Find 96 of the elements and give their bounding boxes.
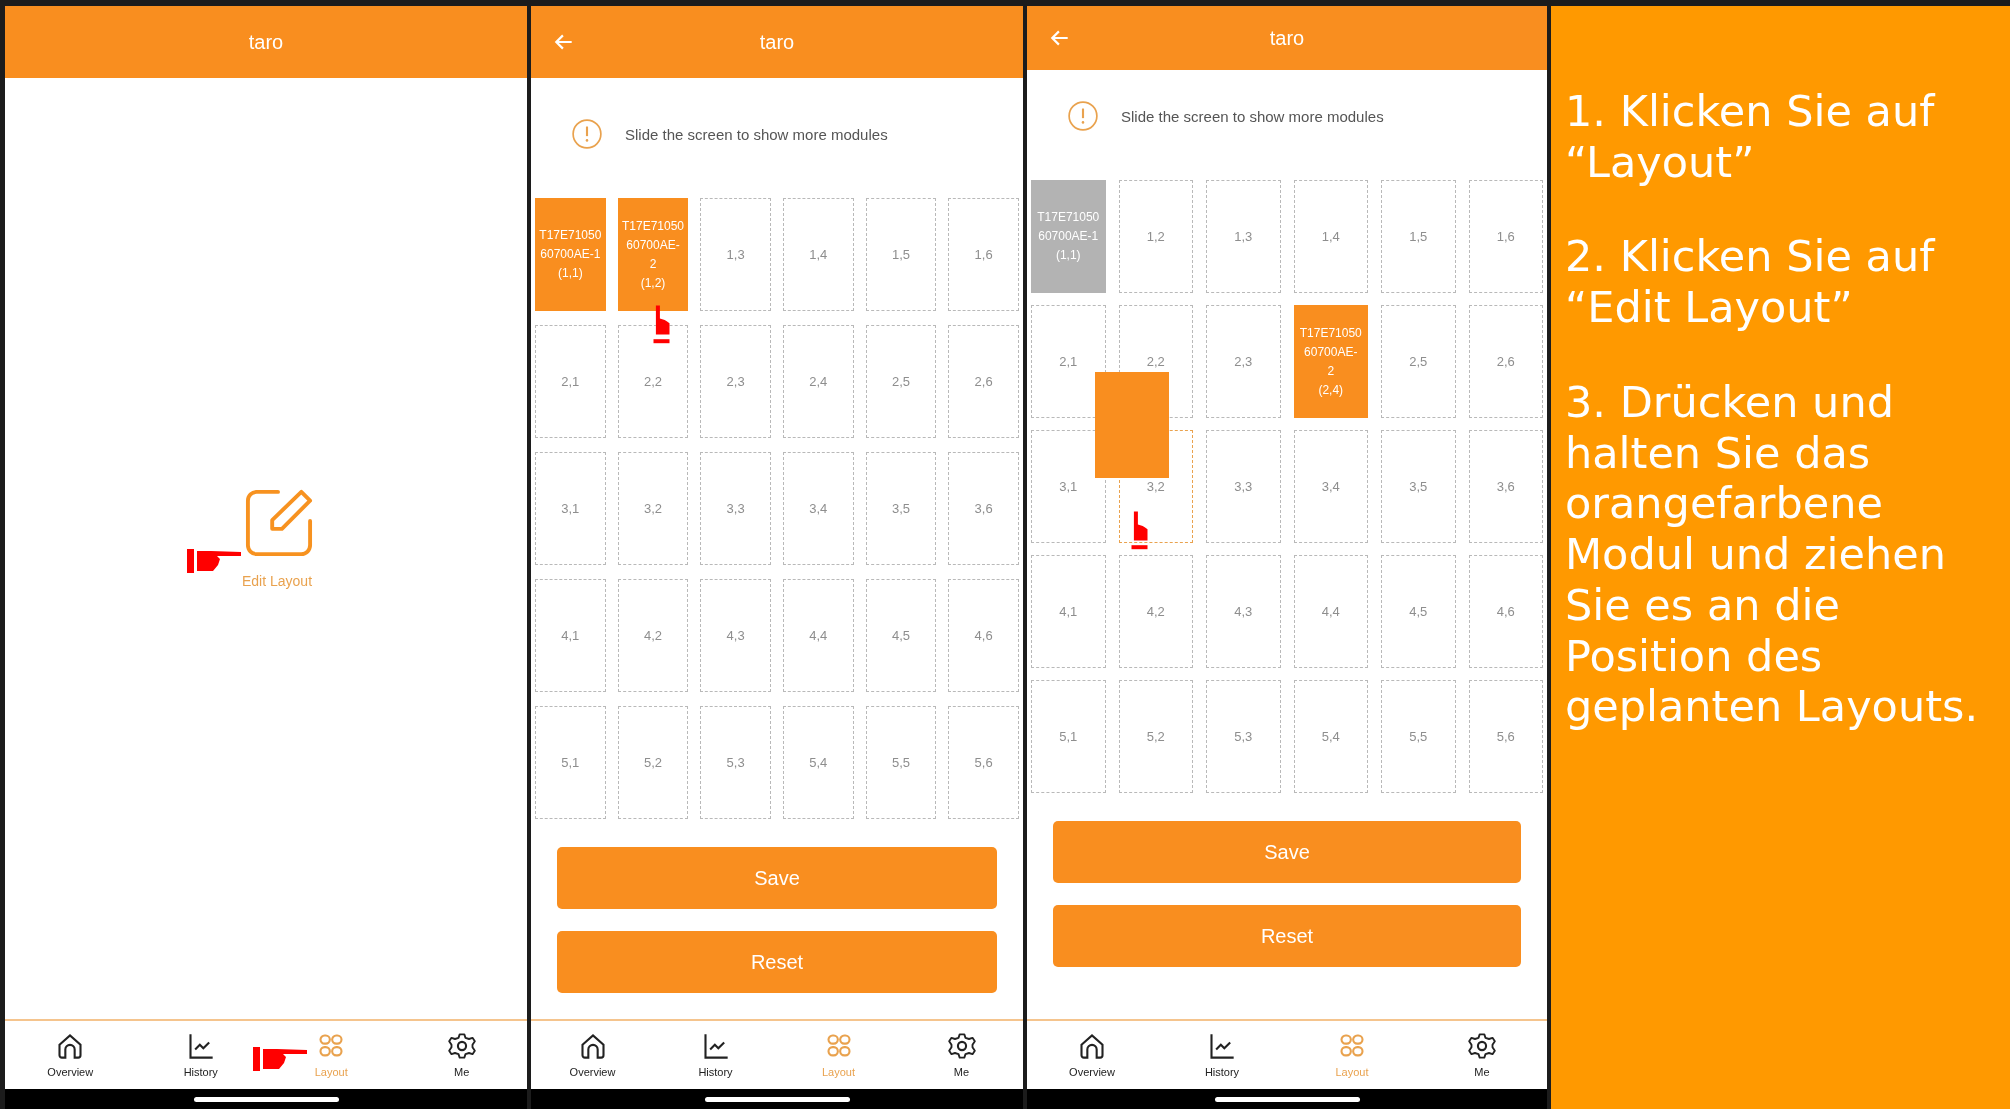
grid-slot[interactable]: 3,3 [1206,430,1281,543]
chart-icon [186,1032,215,1060]
grid-slot[interactable]: 2,3 [1206,305,1281,418]
grid-slot[interactable]: 4,1 [1031,555,1106,668]
module-tile[interactable]: T17E71050 60700AE- 2 (1,2) [617,198,689,311]
grid-slot[interactable]: 5,6 [1468,680,1543,793]
grid-slot[interactable]: 4,2 [617,579,689,692]
pointing-hand-icon [1129,510,1150,550]
grid-slot[interactable]: 5,3 [1206,680,1281,793]
instruction-step: 1. Klicken Sie auf “Layout” [1565,86,2010,188]
grid-slot[interactable]: 3,5 [865,452,937,565]
grid-slot[interactable]: 2,1 [535,325,606,438]
grid-slot[interactable]: 5,5 [1381,680,1456,793]
warning-icon [571,118,603,150]
grid-slot[interactable]: 4,2 [1118,555,1193,668]
nav-tab[interactable]: Me [900,1021,1023,1089]
save-button[interactable]: Save [1053,821,1521,883]
home-icon [56,1032,85,1060]
grid-slot[interactable]: 4,3 [1206,555,1281,668]
pointing-hand-icon [253,1046,309,1072]
grid-slot[interactable]: 4,4 [1293,555,1368,668]
nav-tab[interactable]: Layout [777,1021,900,1089]
nav-tab[interactable]: Layout [266,1021,397,1089]
grid-slot[interactable]: 4,3 [700,579,771,692]
grid-slot[interactable]: 1,3 [1206,180,1281,293]
grid-slot[interactable]: 2,6 [948,325,1019,438]
grid-slot[interactable]: 5,4 [1293,680,1368,793]
screen-title: taro [1269,26,1305,50]
grid-slot[interactable]: 1,6 [1468,180,1543,293]
screen-title: taro [759,30,795,54]
module-tile[interactable]: T17E71050 60700AE- 2 (2,4) [1293,305,1368,418]
home-icon [578,1032,607,1060]
grid-slot[interactable]: 4,5 [1381,555,1456,668]
hint-text: Slide the screen to show more modules [625,125,888,143]
settings-icon [947,1032,976,1060]
nav-tab[interactable]: Overview [5,1021,136,1089]
grid-slot[interactable]: 2,3 [700,325,771,438]
instruction-step: 2. Klicken Sie auf “Edit Layout” [1565,231,2010,333]
reset-button[interactable]: Reset [557,931,997,993]
grid-slot[interactable]: 1,4 [783,198,854,311]
settings-icon [1468,1032,1496,1060]
grid-slot[interactable]: 4,1 [535,579,606,692]
grid-slot[interactable]: 3,3 [700,452,771,565]
instruction-step: 3. Drücken und halten Sie das orangefarbene Modul und ziehen Sie es an die Position des geplanten Layouts. [1565,376,2010,733]
grid-slot[interactable]: 3,2 [617,452,689,565]
grid-slot[interactable]: 5,2 [1118,680,1193,793]
nav-tab[interactable]: History [135,1021,266,1089]
save-button[interactable]: Save [557,847,997,909]
pointing-hand-icon [187,548,243,574]
chart-icon [1208,1032,1236,1060]
grid-slot[interactable]: 3,4 [783,452,854,565]
grid-slot[interactable]: 1,3 [700,198,771,311]
module-tile[interactable]: T17E71050 60700AE-1 (1,1) [1031,180,1106,293]
grid-slot[interactable]: 3,6 [1468,430,1543,543]
grid-slot[interactable]: 3,6 [948,452,1019,565]
grid-slot[interactable]: 2,5 [1381,305,1456,418]
grid-slot[interactable]: 1,4 [1293,180,1368,293]
chart-icon [701,1032,730,1060]
warning-icon [1067,100,1099,132]
grid-slot[interactable]: 5,2 [617,706,689,819]
grid-slot[interactable]: 1,5 [1381,180,1456,293]
hint-text: Slide the screen to show more modules [1121,107,1384,125]
grid-slot[interactable]: 2,6 [1468,305,1543,418]
grid-slot[interactable]: 5,4 [783,706,854,819]
grid-slot[interactable]: 5,5 [865,706,937,819]
edit-icon[interactable] [245,488,313,557]
grid-slot[interactable]: 5,3 [700,706,771,819]
nav-tab[interactable]: Layout [1287,1021,1417,1089]
nav-tab[interactable]: History [1157,1021,1287,1089]
nav-tab[interactable]: Me [1417,1021,1547,1089]
grid-slot[interactable]: 5,1 [1031,680,1106,793]
screen-title: taro [248,30,284,54]
grid-slot[interactable]: 3,1 [535,452,606,565]
grid-slot[interactable]: 4,6 [948,579,1019,692]
edit-layout-link[interactable]: Edit Layout [241,572,313,589]
nav-tab[interactable]: History [654,1021,777,1089]
nav-tab[interactable]: Me [396,1021,527,1089]
pointing-hand-icon [651,304,672,344]
module-tile[interactable]: T17E71050 60700AE-1 (1,1) [535,198,606,311]
grid-slot[interactable]: 5,6 [948,706,1019,819]
grid-slot[interactable]: 4,6 [1468,555,1543,668]
reset-button[interactable]: Reset [1053,905,1521,967]
grid-slot[interactable]: 4,5 [865,579,937,692]
grid-slot[interactable]: 2,4 [783,325,854,438]
grid-slot[interactable]: 1,2 [1118,180,1193,293]
home-icon [1078,1032,1106,1060]
grid-slot[interactable]: 5,1 [535,706,606,819]
grid-slot[interactable]: 1,6 [948,198,1019,311]
grid-slot[interactable]: 1,5 [865,198,937,311]
nav-tab[interactable]: Overview [1027,1021,1157,1089]
settings-icon [447,1032,476,1060]
grid-slot[interactable]: 2,5 [865,325,937,438]
grid-slot[interactable]: 3,5 [1381,430,1456,543]
nav-tab[interactable]: Overview [531,1021,654,1089]
grid-slot[interactable]: 4,4 [783,579,854,692]
grid-slot[interactable]: 3,4 [1293,430,1368,543]
